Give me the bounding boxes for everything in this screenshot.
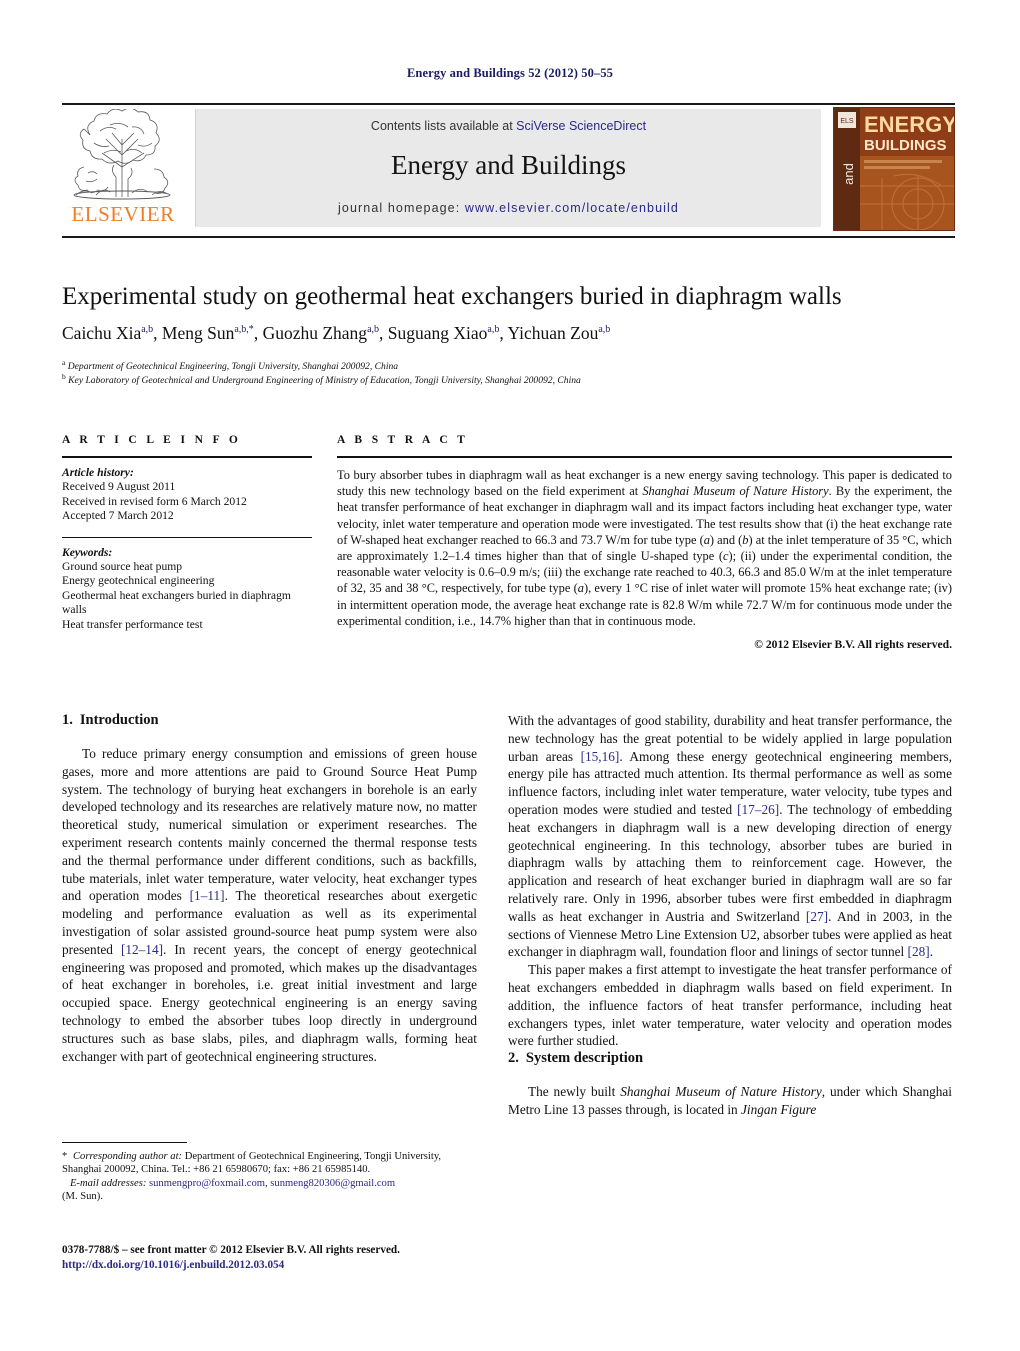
section-title: System description — [525, 1050, 644, 1067]
journal-homepage-link[interactable]: www.elsevier.com/locate/enbuild — [465, 201, 679, 215]
paragraph: This paper makes a first attempt to inve… — [508, 962, 952, 1049]
history-item: Accepted 7 March 2012 — [62, 509, 174, 523]
body-column-right: With the advantages of good stability, d… — [508, 712, 952, 1119]
journal-homepage-line: journal homepage: www.elsevier.com/locat… — [196, 201, 821, 215]
section-heading-introduction: 1. Introduction — [62, 712, 477, 729]
homepage-prefix: journal homepage: — [338, 201, 465, 215]
corresponding-author-note: * Corresponding author at: Department of… — [62, 1151, 442, 1176]
imprint-block: 0378-7788/$ – see front matter © 2012 El… — [62, 1243, 492, 1272]
abstract-heading: A B S T R A C T — [337, 434, 469, 446]
affiliation-b: b Key Laboratory of Geotechnical and Und… — [62, 371, 952, 388]
section-number: 1. — [62, 712, 73, 728]
journal-banner: Contents lists available at SciVerse Sci… — [195, 109, 821, 227]
abstract-column: A B S T R A C T To bury absorber tubes i… — [337, 434, 952, 651]
journal-cover-art: ELS and ENERGY BUILDINGS — [834, 108, 954, 230]
doi-link[interactable]: http://dx.doi.org/10.1016/j.enbuild.2012… — [62, 1258, 492, 1273]
article-info-separator — [62, 536, 312, 538]
section-title: Introduction — [79, 712, 159, 728]
article-info-heading: A R T I C L E I N F O — [62, 434, 242, 446]
svg-text:ELS: ELS — [840, 118, 854, 125]
masthead-top-rule — [62, 103, 955, 105]
affiliation-text-a: Department of Geotechnical Engineering, … — [67, 361, 399, 372]
affiliation-text-b: Key Laboratory of Geotechnical and Under… — [68, 374, 581, 386]
masthead-bottom-rule — [62, 236, 955, 238]
section-number: 2. — [508, 1050, 519, 1067]
email-link-2[interactable]: sunmeng820306@gmail.com — [270, 1178, 395, 1189]
footnote-block: * Corresponding author at: Department of… — [62, 1142, 477, 1204]
affiliation-marker-a: a — [62, 357, 66, 367]
journal-article-page: Energy and Buildings 52 (2012) 50–55 ELS… — [0, 0, 1020, 1351]
author-list: Caichu Xiaa,b, Meng Suna,b,*, Guozhu Zha… — [62, 323, 611, 343]
article-history-block: Article history: Received 9 August 2011 … — [62, 466, 312, 524]
keywords-label: Keywords: — [62, 545, 113, 559]
journal-title: Energy and Buildings — [391, 150, 626, 180]
elsevier-tree-icon — [73, 109, 171, 200]
contents-prefix: Contents lists available at — [370, 119, 517, 133]
history-item: Received 9 August 2011 — [62, 480, 176, 494]
running-head: Energy and Buildings 52 (2012) 50–55 — [406, 66, 614, 80]
article-info-column: A R T I C L E I N F O Article history: R… — [62, 434, 312, 632]
keyword-item: Energy geotechnical engineering — [62, 574, 215, 588]
svg-text:BUILDINGS: BUILDINGS — [864, 137, 947, 154]
body-column-left: 1. Introduction To reduce primary energy … — [62, 712, 477, 1065]
abstract-text: To bury absorber tubes in diaphragm wall… — [337, 468, 953, 628]
paragraph: With the advantages of good stability, d… — [508, 713, 953, 960]
keyword-item: Heat transfer performance test — [62, 617, 203, 631]
sciencedirect-link[interactable]: SciVerse ScienceDirect — [516, 119, 646, 133]
footnote-rule — [62, 1142, 187, 1143]
keyword-item: Ground source heat pump — [62, 560, 183, 574]
affiliation-list: a Department of Geotechnical Engineering… — [62, 357, 952, 388]
svg-text:and: and — [841, 163, 856, 185]
paragraph: The newly built Shanghai Museum of Natur… — [508, 1084, 952, 1117]
email-owner: (M. Sun). — [62, 1191, 103, 1203]
email-note: E-mail addresses: sunmengpro@foxmail.com… — [62, 1177, 477, 1204]
paragraph: To reduce primary energy consumption and… — [62, 746, 477, 1064]
section-heading-system-description: 2. System description — [508, 1050, 952, 1067]
abstract-rule — [337, 456, 952, 458]
contents-list-line: Contents lists available at SciVerse Sci… — [196, 119, 821, 133]
email-label: E-mail addresses: — [69, 1177, 147, 1189]
keyword-item: Geothermal heat exchangers buried in dia… — [62, 588, 291, 617]
journal-cover-thumbnail: ELS and ENERGY BUILDINGS — [833, 107, 955, 231]
article-info-rule — [62, 456, 312, 458]
article-history-label: Article history: — [62, 466, 134, 479]
keywords-block: Keywords: Ground source heat pump Energy… — [62, 546, 312, 632]
affiliation-a: a Department of Geotechnical Engineering… — [62, 357, 952, 374]
journal-masthead: ELSEVIER Contents lists available at Sci… — [62, 107, 955, 231]
affiliation-marker-b: b — [62, 371, 66, 381]
issn-copyright-line: 0378-7788/$ – see front matter © 2012 El… — [62, 1244, 400, 1256]
elsevier-wordmark: ELSEVIER — [71, 202, 175, 226]
page-title: Experimental study on geothermal heat ex… — [62, 283, 842, 310]
svg-text:ENERGY: ENERGY — [864, 112, 954, 137]
email-link-1[interactable]: sunmengpro@foxmail.com — [149, 1178, 265, 1189]
abstract-copyright: © 2012 Elsevier B.V. All rights reserved… — [754, 638, 952, 652]
elsevier-logo: ELSEVIER — [62, 107, 184, 229]
history-item: Received in revised form 6 March 2012 — [62, 494, 247, 508]
